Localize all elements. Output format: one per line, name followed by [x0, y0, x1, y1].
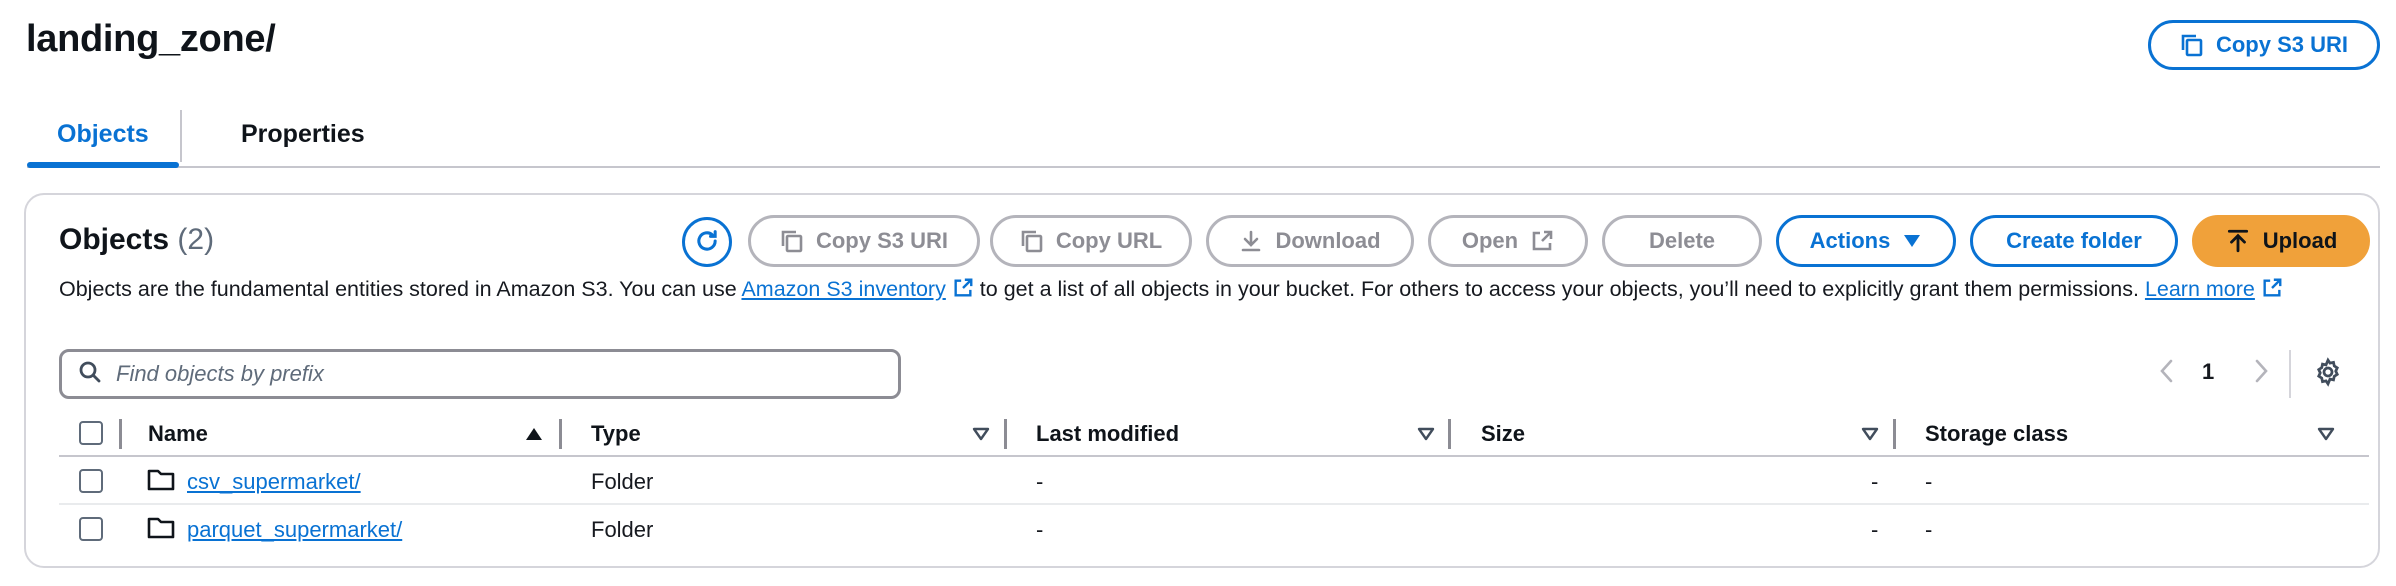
- column-divider: [119, 419, 122, 449]
- upload-icon: [2225, 228, 2251, 254]
- sort-icon[interactable]: [1417, 427, 1435, 446]
- external-link-icon: [1530, 229, 1554, 253]
- object-size: -: [1871, 517, 1879, 542]
- delete-button[interactable]: Delete: [1602, 215, 1762, 267]
- download-button[interactable]: Download: [1206, 215, 1414, 267]
- learn-more-link[interactable]: Learn more: [2145, 277, 2255, 301]
- object-last-modified: -: [1036, 469, 1044, 494]
- row-checkbox[interactable]: [79, 517, 103, 541]
- refresh-icon: [693, 227, 721, 258]
- column-divider: [559, 419, 562, 449]
- row-checkbox[interactable]: [79, 469, 103, 493]
- copy-icon: [2180, 33, 2204, 57]
- column-divider: [1893, 419, 1896, 449]
- object-type: Folder: [591, 517, 654, 542]
- upload-button[interactable]: Upload: [2192, 215, 2370, 267]
- refresh-button[interactable]: [682, 217, 732, 267]
- sort-ascending-icon[interactable]: [525, 427, 543, 446]
- folder-icon: [147, 468, 175, 497]
- actions-dropdown-button[interactable]: Actions: [1776, 215, 1956, 267]
- objects-heading: Objects (2): [59, 223, 214, 257]
- description-text-2: to get a list of all objects in your buc…: [973, 277, 2145, 301]
- open-label: Open: [1461, 228, 1519, 253]
- copy-s3-uri-label: Copy S3 URI: [815, 228, 949, 253]
- header-copy-s3-uri-button[interactable]: Copy S3 URI: [2148, 20, 2380, 70]
- download-label: Download: [1275, 228, 1381, 253]
- current-page-number[interactable]: 1: [2202, 359, 2214, 385]
- object-size: -: [1871, 469, 1879, 494]
- amazon-s3-inventory-link[interactable]: Amazon S3 inventory: [741, 277, 945, 301]
- column-header-storage-class[interactable]: Storage class: [1925, 421, 2068, 447]
- object-last-modified: -: [1036, 517, 1044, 542]
- chevron-right-icon[interactable]: [2252, 357, 2270, 390]
- create-folder-label: Create folder: [2006, 228, 2142, 253]
- search-input[interactable]: [116, 361, 876, 387]
- object-name-link[interactable]: parquet_supermarket/: [187, 517, 402, 543]
- delete-label: Delete: [1648, 228, 1716, 253]
- search-icon: [78, 360, 102, 389]
- copy-url-button[interactable]: Copy URL: [990, 215, 1192, 267]
- tab-divider: [180, 110, 182, 162]
- caret-down-icon: [1902, 233, 1922, 249]
- actions-label: Actions: [1809, 228, 1891, 253]
- external-link-icon: [2261, 276, 2283, 309]
- column-header-type[interactable]: Type: [591, 421, 641, 447]
- objects-heading-label: Objects: [59, 223, 170, 256]
- object-storage-class: -: [1925, 517, 1933, 542]
- sort-icon[interactable]: [1861, 427, 1879, 446]
- sort-icon[interactable]: [972, 427, 990, 446]
- object-storage-class: -: [1925, 469, 1933, 494]
- object-type: Folder: [591, 469, 654, 494]
- create-folder-button[interactable]: Create folder: [1970, 215, 2178, 267]
- table-row[interactable]: parquet_supermarket/ Folder - - -: [59, 505, 2369, 553]
- open-button[interactable]: Open: [1428, 215, 1588, 267]
- folder-icon: [147, 516, 175, 545]
- tab-objects[interactable]: Objects: [27, 114, 179, 168]
- column-header-last-modified[interactable]: Last modified: [1036, 421, 1179, 447]
- sort-icon[interactable]: [2317, 427, 2335, 446]
- pagination-divider: [2289, 350, 2291, 398]
- tab-properties[interactable]: Properties: [211, 114, 395, 164]
- object-name-link[interactable]: csv_supermarket/: [187, 469, 361, 495]
- select-all-checkbox[interactable]: [79, 421, 103, 445]
- copy-s3-uri-button[interactable]: Copy S3 URI: [748, 215, 980, 267]
- column-header-size[interactable]: Size: [1481, 421, 1525, 447]
- header-copy-s3-uri-label: Copy S3 URI: [2215, 32, 2349, 57]
- chevron-left-icon[interactable]: [2158, 357, 2176, 390]
- search-box: [59, 349, 901, 399]
- objects-count: (2): [177, 223, 215, 256]
- copy-icon: [780, 229, 804, 253]
- column-header-name[interactable]: Name: [148, 421, 208, 447]
- objects-panel: Objects (2) Copy S3 URI Copy URL Downloa…: [24, 193, 2380, 568]
- copy-icon: [1020, 229, 1044, 253]
- objects-table: Name Type Last modified Size Storage cla…: [59, 413, 2369, 553]
- column-divider: [1448, 419, 1451, 449]
- download-icon: [1239, 229, 1263, 253]
- table-row[interactable]: csv_supermarket/ Folder - - -: [59, 457, 2369, 505]
- column-divider: [1004, 419, 1007, 449]
- copy-url-label: Copy URL: [1055, 228, 1163, 253]
- tab-bar: Objects Properties: [27, 106, 2380, 168]
- upload-label: Upload: [2262, 228, 2338, 253]
- description-text-1: Objects are the fundamental entities sto…: [59, 277, 742, 301]
- external-link-icon: [952, 276, 974, 309]
- gear-icon[interactable]: [2313, 357, 2343, 392]
- table-header: Name Type Last modified Size Storage cla…: [59, 413, 2369, 457]
- objects-description: Objects are the fundamental entities sto…: [59, 273, 2369, 309]
- page-title: landing_zone/: [26, 18, 276, 60]
